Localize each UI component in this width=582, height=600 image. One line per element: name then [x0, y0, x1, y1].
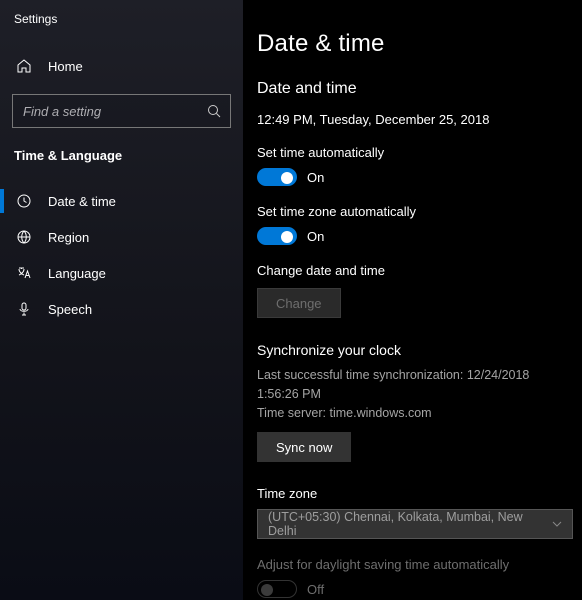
search-box[interactable]	[12, 94, 231, 128]
change-button: Change	[257, 288, 341, 318]
sidebar-item-date-time[interactable]: Date & time	[0, 183, 243, 219]
search-icon	[206, 103, 222, 119]
set-time-auto-label: Set time automatically	[257, 145, 568, 160]
search-input[interactable]	[23, 104, 200, 119]
sidebar-item-label: Speech	[48, 302, 92, 317]
sidebar: Settings Home Time & Language Date & tim…	[0, 0, 243, 600]
sync-now-button[interactable]: Sync now	[257, 432, 351, 462]
set-tz-auto-label: Set time zone automatically	[257, 204, 568, 219]
set-time-auto-toggle[interactable]	[257, 168, 297, 186]
sidebar-item-region[interactable]: Region	[0, 219, 243, 255]
mic-icon	[16, 301, 32, 317]
sidebar-item-label: Date & time	[48, 194, 116, 209]
sidebar-item-label: Language	[48, 266, 106, 281]
change-dt-label: Change date and time	[257, 263, 568, 278]
sidebar-item-speech[interactable]: Speech	[0, 291, 243, 327]
app-title: Settings	[0, 12, 243, 34]
page-title: Date & time	[257, 30, 568, 58]
set-time-auto-state: On	[307, 170, 324, 185]
chevron-down-icon	[550, 517, 564, 531]
dst-label: Adjust for daylight saving time automati…	[257, 557, 568, 572]
dst-toggle	[257, 580, 297, 598]
sync-last: Last successful time synchronization: 12…	[257, 366, 568, 404]
language-icon	[16, 265, 32, 281]
sync-title: Synchronize your clock	[257, 342, 568, 358]
home-nav[interactable]: Home	[0, 48, 243, 84]
category-title: Time & Language	[0, 138, 243, 173]
tz-select: (UTC+05:30) Chennai, Kolkata, Mumbai, Ne…	[257, 509, 573, 539]
tz-label: Time zone	[257, 486, 568, 501]
set-tz-auto-toggle[interactable]	[257, 227, 297, 245]
tz-select-value: (UTC+05:30) Chennai, Kolkata, Mumbai, Ne…	[268, 510, 542, 538]
nav-list: Date & time Region Language Speech	[0, 183, 243, 327]
globe-icon	[16, 229, 32, 245]
clock-icon	[16, 193, 32, 209]
sidebar-item-label: Region	[48, 230, 89, 245]
dst-state: Off	[307, 582, 324, 597]
home-icon	[16, 58, 32, 74]
sync-server-label: Time server:	[257, 406, 326, 420]
sidebar-item-language[interactable]: Language	[0, 255, 243, 291]
set-tz-auto-state: On	[307, 229, 324, 244]
home-label: Home	[48, 59, 83, 74]
main-content: Date & time Date and time 12:49 PM, Tues…	[243, 0, 582, 600]
sync-server-value: time.windows.com	[329, 406, 431, 420]
section-title: Date and time	[257, 80, 568, 98]
current-datetime: 12:49 PM, Tuesday, December 25, 2018	[257, 112, 568, 127]
